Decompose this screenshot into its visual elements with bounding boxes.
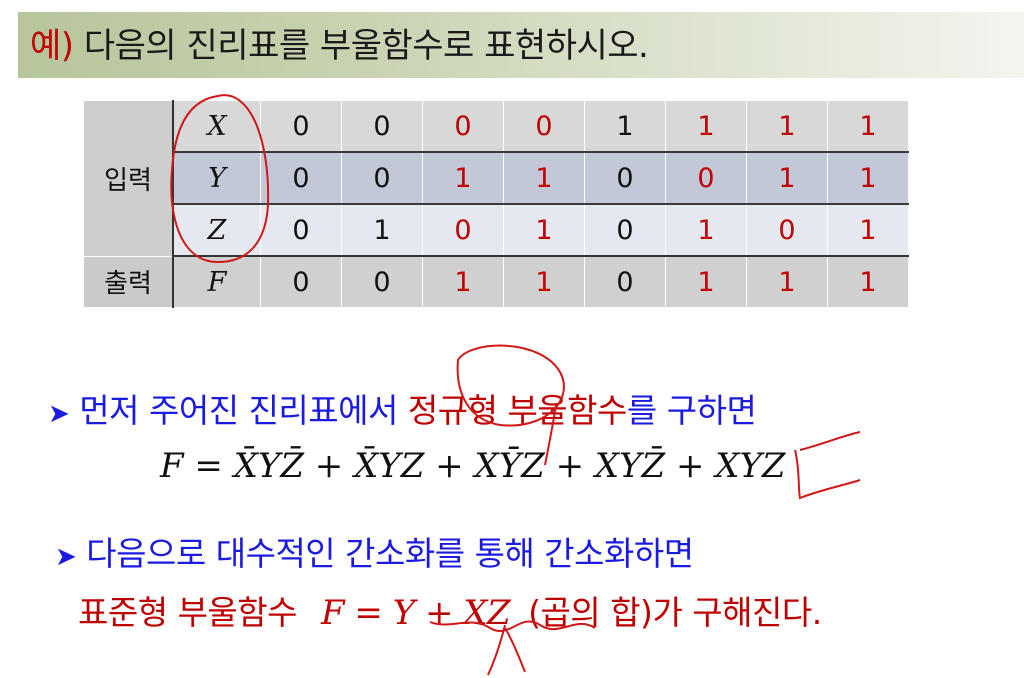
ink-arrow-result — [487, 624, 526, 676]
ink-underline-result — [429, 620, 596, 632]
ink-circle-jeonggyu — [456, 344, 565, 427]
ink-loop-xyz — [170, 94, 270, 264]
ink-tail-jeonggyu — [544, 404, 557, 466]
ink-check-mark — [794, 431, 861, 500]
handwritten-annotations — [170, 94, 861, 676]
